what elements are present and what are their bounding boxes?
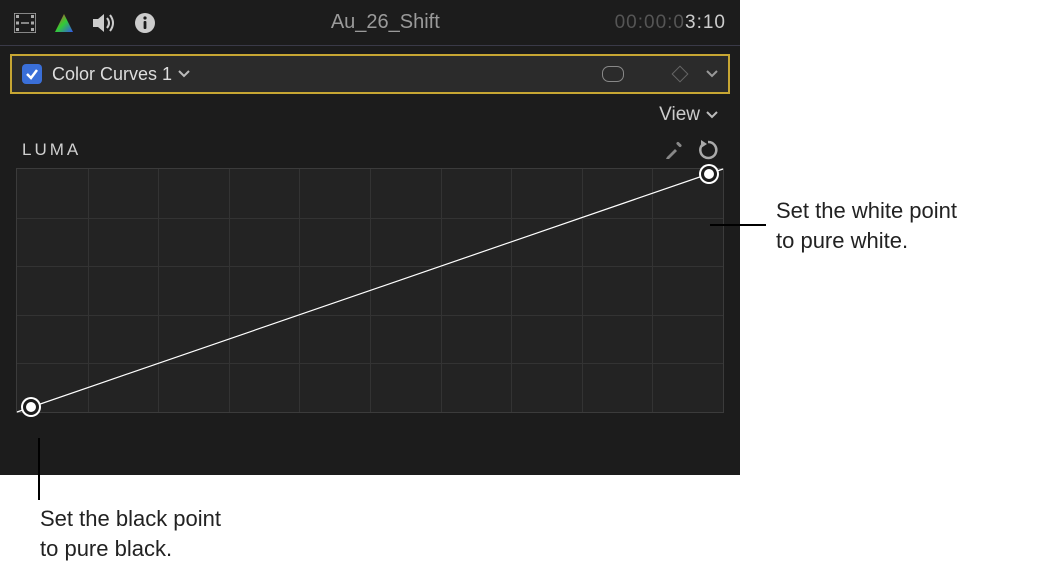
timecode-dim: 00:00:0 <box>615 12 685 33</box>
luma-curve-area[interactable] <box>16 168 724 413</box>
callout-white: Set the white point to pure white. <box>776 196 957 255</box>
effect-name-label: Color Curves 1 <box>52 64 172 85</box>
color-icon[interactable] <box>54 13 74 33</box>
timecode: 00:00:03:10 <box>615 12 726 34</box>
mask-icon[interactable] <box>602 66 624 82</box>
effect-name-dropdown[interactable]: Color Curves 1 <box>52 64 190 85</box>
luma-header: LUMA <box>0 134 740 164</box>
clip-title: Au_26_Shift <box>174 11 597 34</box>
chevron-down-icon[interactable] <box>706 70 718 78</box>
callout-black: Set the black point to pure black. <box>40 504 221 563</box>
eyedropper-icon[interactable] <box>664 140 684 160</box>
luma-curve-line[interactable] <box>17 169 723 412</box>
view-menu[interactable]: View <box>0 94 740 134</box>
inspector-panel: Au_26_Shift 00:00:03:10 Color Curves 1 V… <box>0 0 740 475</box>
effect-header: Color Curves 1 <box>10 54 730 94</box>
reset-icon[interactable] <box>698 140 718 160</box>
info-icon[interactable] <box>134 12 156 34</box>
luma-label: LUMA <box>22 140 81 160</box>
black-point-handle[interactable] <box>23 399 39 415</box>
callout-line-black <box>38 438 40 500</box>
white-point-handle[interactable] <box>701 166 717 182</box>
keyframe-icon[interactable] <box>672 66 689 83</box>
toolbar-tabs <box>14 12 156 34</box>
chevron-down-icon <box>706 111 718 119</box>
timecode-bright: 3:10 <box>685 12 726 33</box>
film-icon[interactable] <box>14 13 36 33</box>
inspector-toolbar: Au_26_Shift 00:00:03:10 <box>0 0 740 46</box>
callout-line-white <box>710 224 766 226</box>
effect-enable-checkbox[interactable] <box>22 64 42 84</box>
speaker-icon[interactable] <box>92 13 116 33</box>
chevron-down-icon <box>178 70 190 78</box>
view-label: View <box>659 104 700 126</box>
